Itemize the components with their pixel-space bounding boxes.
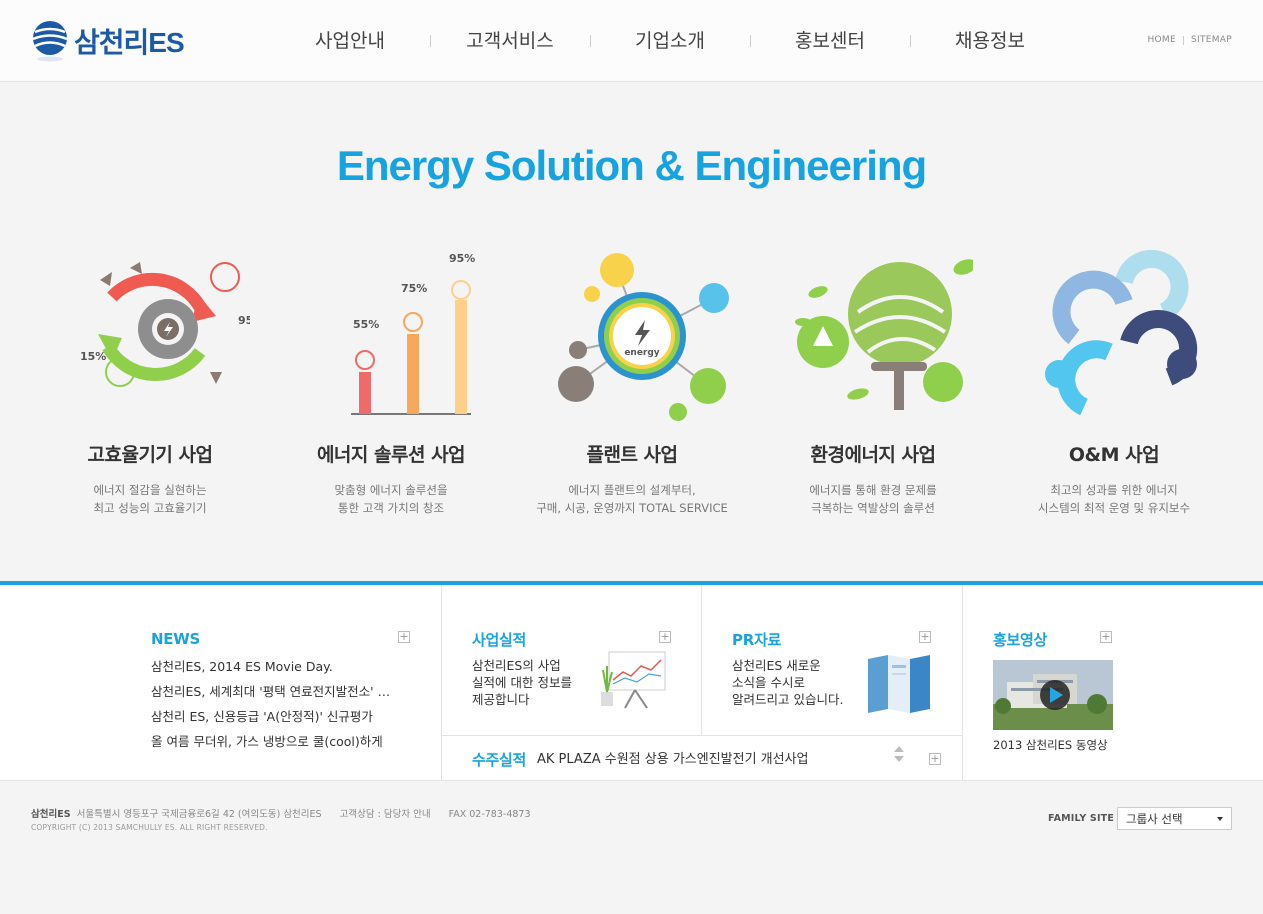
business-energy-solution[interactable]: 55% 75% 95% 에너지 솔루션 사업 맞춤형 에너지 솔루션을 통한 고… xyxy=(271,242,511,517)
om-rings-icon xyxy=(1045,249,1198,416)
bar-growth-icon: 55% 75% 95% xyxy=(351,252,475,415)
brochure-icon xyxy=(868,655,930,713)
business-title: 에너지 솔루션 사업 xyxy=(316,444,466,466)
logo-globe-icon xyxy=(32,21,68,62)
footer-address: 서울특별시 영등포구 국제금융로6길 42 (여의도동) 삼천리ES xyxy=(76,809,322,820)
business-title: O&M 사업 xyxy=(1068,444,1160,466)
sitemap-link[interactable]: SITEMAP xyxy=(1191,35,1232,45)
news-item[interactable]: 삼천리 ES, 신용등급 'A(안정적)' 신규평가 xyxy=(151,707,396,732)
energy-center-label: energy xyxy=(624,348,659,358)
business-high-efficiency[interactable]: 95% 15% 고효율기기 사업 에너지 절감을 실현하는 최고 성능의 고효율… xyxy=(30,242,270,517)
family-site-selected: 그룹사 선택 xyxy=(1126,812,1183,826)
video-title[interactable]: 홍보영상 xyxy=(993,629,1047,650)
pct-low-label: 15% xyxy=(80,350,106,363)
info-panels: NEWS + 삼천리ES, 2014 ES Movie Day. 삼천리ES, … xyxy=(0,585,1263,781)
nav-company[interactable]: 기업소개 xyxy=(590,26,750,53)
performance-title[interactable]: 사업실적 xyxy=(472,629,526,650)
panel-divider xyxy=(962,585,963,781)
footer-copyright: COPYRIGHT (C) 2013 SAMCHULLY ES. ALL RIG… xyxy=(31,823,268,832)
business-desc: 맞춤형 에너지 솔루션을 통한 고객 가치의 창조 xyxy=(271,481,511,517)
nav-customer-service[interactable]: 고객서비스 xyxy=(430,26,590,53)
business-desc-text: 맞춤형 에너지 솔루션을 통한 고객 가치의 창조 xyxy=(334,483,448,515)
news-title[interactable]: NEWS xyxy=(151,630,200,648)
business-environment[interactable]: 환경에너지 사업 에너지를 통해 환경 문제를 극복하는 역발상의 솔루션 xyxy=(753,242,993,517)
hero-title: Energy Solution & Engineering xyxy=(336,142,927,189)
logo-text: 삼천리ES xyxy=(74,27,185,58)
video-thumbnail[interactable] xyxy=(993,660,1113,730)
utility-links: HOME SITEMAP xyxy=(1147,35,1232,45)
family-site-label: FAMILY SITE xyxy=(1048,813,1115,824)
performance-text: 삼천리ES의 사업 실적에 대한 정보를 제공합니다 xyxy=(472,658,572,707)
ticker-up-icon[interactable] xyxy=(894,746,904,752)
ticker-down-icon[interactable] xyxy=(894,756,904,762)
family-site-select[interactable]: 그룹사 선택 xyxy=(1117,807,1232,830)
business-desc-text: 에너지 절감을 실현하는 최고 성능의 고효율기기 xyxy=(93,483,207,515)
footer-fax: FAX 02-783-4873 xyxy=(448,809,531,820)
gear-cycle-icon: 95% 15% xyxy=(80,262,250,387)
news-list: 삼천리ES, 2014 ES Movie Day. 삼천리ES, 세계최대 '평… xyxy=(151,657,396,757)
site-footer: 삼천리ES 서울특별시 영등포구 국제금융로6길 42 (여의도동) 삼천리ES… xyxy=(0,782,1263,914)
hero-section: Energy Solution & Engineering 95% 15% 고효… xyxy=(0,82,1263,582)
footer-consult: 고객상담 : 담당자 안내 xyxy=(339,809,431,820)
video-caption[interactable]: 2013 삼천리ES 동영상 xyxy=(993,737,1108,753)
util-divider xyxy=(1182,35,1184,45)
bar-label-1: 55% xyxy=(353,318,379,331)
site-logo[interactable]: 삼천리ES xyxy=(30,18,185,64)
news-item[interactable]: 삼천리ES, 세계최대 '평택 연료전지발전소' 준공 xyxy=(151,682,396,707)
footer-info: 삼천리ES 서울특별시 영등포구 국제금융로6길 42 (여의도동) 삼천리ES… xyxy=(31,806,531,820)
orders-title[interactable]: 수주실적 xyxy=(472,749,526,770)
nav-recruit[interactable]: 채용정보 xyxy=(910,26,1070,53)
business-desc-text: 에너지 플랜트의 설계부터, 구매, 시공, 운영까지 TOTAL SERVIC… xyxy=(536,483,728,515)
business-desc: 최고의 성과를 위한 에너지 시스템의 최적 운영 및 유지보수 xyxy=(994,481,1234,517)
energy-network-icon: energy xyxy=(558,253,729,421)
nav-business[interactable]: 사업안내 xyxy=(270,26,430,53)
business-om[interactable]: O&M 사업 최고의 성과를 위한 에너지 시스템의 최적 운영 및 유지보수 xyxy=(994,242,1234,517)
nav-pr-center[interactable]: 홍보센터 xyxy=(750,26,910,53)
performance-more-icon[interactable]: + xyxy=(659,631,671,643)
business-desc: 에너지를 통해 환경 문제를 극복하는 역발상의 솔루션 xyxy=(753,481,993,517)
business-title: 플랜트 사업 xyxy=(586,444,678,466)
business-desc-text: 최고의 성과를 위한 에너지 시스템의 최적 운영 및 유지보수 xyxy=(1037,483,1191,515)
panel-divider xyxy=(441,585,442,781)
orders-ticker-text[interactable]: AK PLAZA 수원점 상용 가스엔진발전기 개선사업 xyxy=(537,748,809,767)
business-title: 환경에너지 사업 xyxy=(810,444,936,466)
pr-title[interactable]: PR자료 xyxy=(732,629,781,650)
home-link[interactable]: HOME xyxy=(1147,35,1176,45)
footer-company: 삼천리ES xyxy=(31,809,71,820)
panel-hdivider xyxy=(442,735,962,736)
building-thumbnail-image xyxy=(993,660,1113,730)
tree-leaf-icon xyxy=(795,259,973,410)
panel-divider xyxy=(701,585,702,735)
bar-label-2: 75% xyxy=(401,282,427,295)
pct-high-label: 95% xyxy=(238,314,250,327)
video-more-icon[interactable]: + xyxy=(1100,631,1112,643)
news-item[interactable]: 삼천리ES, 2014 ES Movie Day. xyxy=(151,657,396,682)
pr-more-icon[interactable]: + xyxy=(919,631,931,643)
news-more-icon[interactable]: + xyxy=(398,631,410,643)
presentation-board-icon xyxy=(601,651,666,709)
chevron-down-icon xyxy=(1217,817,1223,821)
business-title: 고효율기기 사업 xyxy=(87,444,213,466)
business-plant[interactable]: energy 플랜트 사업 에너지 플랜트의 설계부터, 구매, 시공, 운영까… xyxy=(512,242,752,517)
business-desc: 에너지 절감을 실현하는 최고 성능의 고효율기기 xyxy=(30,481,270,517)
pr-text: 삼천리ES 새로운 소식을 수시로 알려드리고 있습니다. xyxy=(732,658,844,707)
orders-more-icon[interactable]: + xyxy=(929,753,941,765)
news-item[interactable]: 올 여름 무더위, 가스 냉방으로 쿨(cool)하게 xyxy=(151,732,396,757)
business-desc-text: 에너지를 통해 환경 문제를 극복하는 역발상의 솔루션 xyxy=(809,483,937,515)
business-desc: 에너지 플랜트의 설계부터, 구매, 시공, 운영까지 TOTAL SERVIC… xyxy=(512,481,752,517)
bar-label-3: 95% xyxy=(449,252,475,265)
site-header: 삼천리ES 사업안내 고객서비스 기업소개 홍보센터 채용정보 HOME SIT… xyxy=(0,0,1263,82)
main-nav: 사업안내 고객서비스 기업소개 홍보센터 채용정보 xyxy=(270,26,1070,53)
orders-ticker-controls xyxy=(893,746,905,766)
